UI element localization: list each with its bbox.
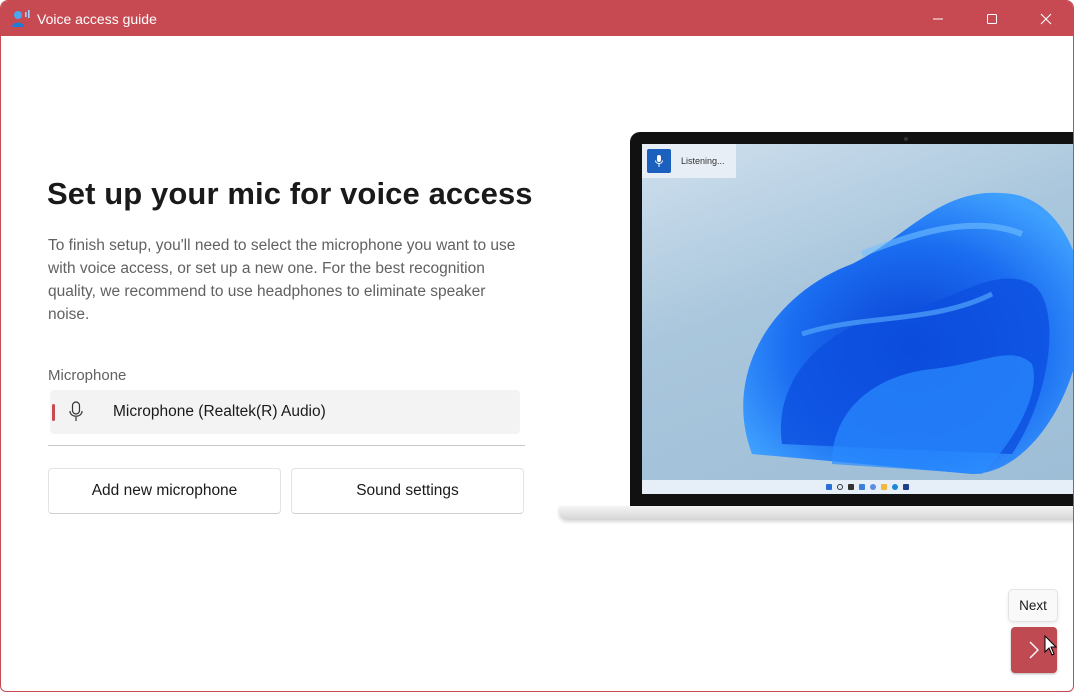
search-icon <box>836 484 843 490</box>
sound-settings-button[interactable]: Sound settings <box>291 468 524 514</box>
voice-access-guide-window: Voice access guide Set up your mic for v… <box>0 0 1074 692</box>
webcam-dot <box>904 137 908 141</box>
store-icon <box>902 484 909 490</box>
divider <box>48 445 525 446</box>
microphone-icon <box>68 401 84 428</box>
add-new-microphone-button[interactable]: Add new microphone <box>48 468 281 514</box>
taskbar <box>642 480 1073 494</box>
setup-description: To finish setup, you'll need to select t… <box>48 237 516 323</box>
windows-bloom-wallpaper <box>743 192 1073 474</box>
minimize-icon <box>933 18 943 19</box>
start-icon <box>825 484 832 490</box>
listening-status: Listening... <box>681 156 725 166</box>
listening-bar: Listening... <box>642 144 736 178</box>
close-icon <box>1040 13 1052 24</box>
chevron-right-icon <box>1029 641 1039 659</box>
next-tooltip: Next <box>1008 589 1058 622</box>
close-button[interactable] <box>1019 1 1073 36</box>
task-view-icon <box>847 484 854 490</box>
laptop-screen: Listening... <box>642 144 1073 494</box>
mouse-cursor-icon <box>1044 635 1058 656</box>
widgets-icon <box>858 484 865 490</box>
file-explorer-icon <box>880 484 887 490</box>
voice-access-app-icon <box>11 9 31 29</box>
microphone-name: Microphone (Realtek(R) Audio) <box>113 403 326 420</box>
page-title: Set up your mic for voice access <box>47 176 533 211</box>
microphone-label: Microphone <box>48 367 127 384</box>
selection-indicator <box>52 404 55 421</box>
minimize-button[interactable] <box>911 1 965 36</box>
chat-icon <box>869 484 876 490</box>
microphone-icon <box>647 149 671 173</box>
microphone-list-item[interactable]: Microphone (Realtek(R) Audio) <box>50 390 520 434</box>
window-title: Voice access guide <box>37 10 157 27</box>
main-content: Set up your mic for voice access To fini… <box>1 36 1073 691</box>
laptop-base <box>559 506 1073 520</box>
maximize-icon <box>987 13 997 24</box>
laptop-illustration: Listening... <box>559 132 1073 524</box>
maximize-button[interactable] <box>965 1 1019 36</box>
edge-icon <box>891 484 898 490</box>
title-bar[interactable]: Voice access guide <box>1 1 1073 36</box>
